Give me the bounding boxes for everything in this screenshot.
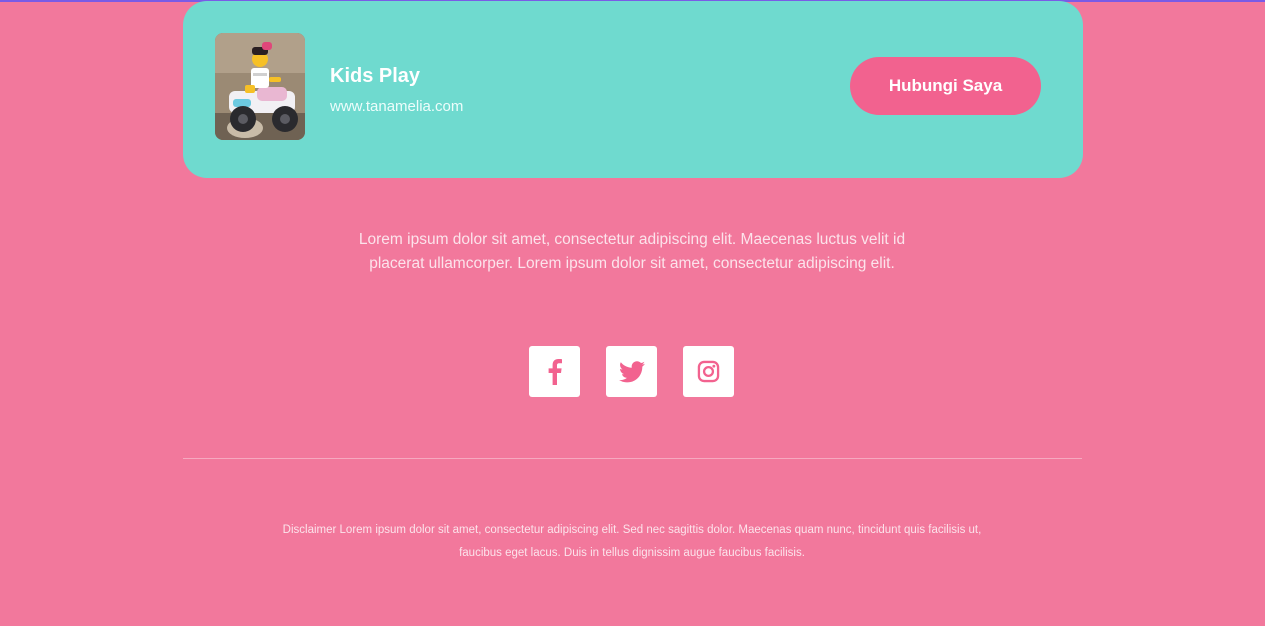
lead-text: Lorem ipsum dolor sit amet, consectetur … [358, 231, 906, 272]
header-card: Kids Play www.tanamelia.com Hubungi Saya [183, 1, 1083, 178]
brand-title: Kids Play [330, 65, 421, 87]
disclaimer-text: Disclaimer Lorem ipsum dolor sit amet, c… [282, 524, 982, 559]
avatar [215, 33, 305, 140]
twitter-button[interactable] [606, 346, 657, 397]
twitter-icon [618, 360, 645, 382]
brand-url[interactable]: www.tanamelia.com [330, 98, 463, 115]
facebook-icon [548, 358, 562, 385]
instagram-button[interactable] [683, 346, 734, 397]
contact-button[interactable]: Hubungi Saya [850, 57, 1041, 115]
facebook-button[interactable] [529, 346, 580, 397]
social-links [529, 346, 734, 397]
footer-divider [183, 458, 1082, 459]
instagram-icon [697, 360, 720, 383]
avatar-image [215, 33, 305, 140]
